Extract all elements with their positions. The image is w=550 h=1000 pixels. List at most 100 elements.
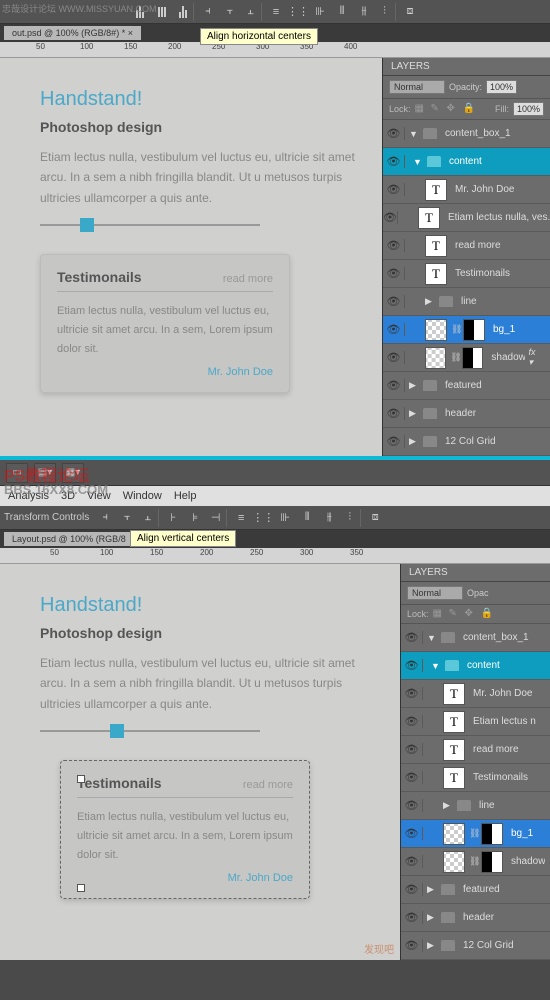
visibility-eye-icon[interactable]: 👁 (383, 155, 405, 168)
twisty-open-icon[interactable]: ▼ (431, 661, 441, 671)
layer-row[interactable]: 👁⛓bg_1 (401, 820, 550, 848)
document-tab-2[interactable]: Layout.psd @ 100% (RGB/8 (4, 532, 134, 546)
layer-name[interactable]: read more (473, 744, 519, 755)
layer-row[interactable]: 👁▶line (401, 792, 550, 820)
layer-name[interactable]: header (463, 912, 494, 923)
layer-row[interactable]: 👁▶12 Col Grid (401, 932, 550, 960)
layer-name[interactable]: Testimonails (455, 268, 510, 279)
layer-name[interactable]: Testimonails (473, 772, 528, 783)
visibility-eye-icon[interactable]: 👁 (383, 127, 405, 140)
distribute-icon-4[interactable]: ⫴ (332, 3, 352, 21)
lock-transparent-icon[interactable]: ▦ (415, 103, 427, 115)
layer-row[interactable]: 👁▶12 Col Grid (383, 428, 550, 456)
twisty-open-icon[interactable]: ▼ (409, 129, 419, 139)
layer-row[interactable]: 👁Tread more (401, 736, 550, 764)
slider-handle-2[interactable] (110, 724, 124, 738)
visibility-eye-icon[interactable]: 👁 (401, 827, 423, 840)
dist-6-icon[interactable]: ⫶ (341, 509, 361, 527)
layer-row[interactable]: 👁▶header (383, 400, 550, 428)
testimonial-box[interactable]: Testimonails read more Etiam lectus null… (40, 254, 290, 393)
slider-handle[interactable] (80, 218, 94, 232)
layer-row[interactable]: 👁TEtiam lectus nulla, ves... (383, 204, 550, 232)
document-tab[interactable]: out.psd @ 100% (RGB/8#) * × (4, 26, 141, 40)
link-icon[interactable]: ⛓ (451, 324, 459, 335)
layer-name[interactable]: bg_1 (511, 828, 533, 839)
twisty-closed-icon[interactable]: ▶ (427, 912, 437, 923)
layer-row[interactable]: 👁 ▼ content (383, 148, 550, 176)
align-hcenter-icon[interactable]: ⊧ (185, 509, 205, 527)
visibility-eye-icon[interactable]: 👁 (383, 407, 405, 420)
visibility-eye-icon[interactable]: 👁 (383, 435, 405, 448)
visibility-eye-icon[interactable]: 👁 (401, 659, 423, 672)
design-canvas-2[interactable]: Handstand! Photoshop design Etiam lectus… (0, 564, 400, 960)
visibility-eye-icon[interactable]: 👁 (401, 883, 423, 896)
dist-3-icon[interactable]: ⊪ (275, 509, 295, 527)
twisty-open-icon[interactable]: ▼ (413, 157, 423, 167)
auto-align-icon[interactable]: ⧈ (400, 3, 420, 21)
layer-row[interactable]: 👁⛓shadow (401, 848, 550, 876)
layer-name[interactable]: Mr. John Doe (473, 688, 532, 699)
visibility-eye-icon[interactable]: 👁 (383, 351, 405, 364)
dist-2-icon[interactable]: ⋮⋮ (253, 509, 273, 527)
layer-name[interactable]: content (449, 156, 482, 167)
distribute-icon-5[interactable]: ⫵ (354, 3, 374, 21)
layer-name[interactable]: content_box_1 (463, 632, 529, 643)
blend-mode-dropdown-2[interactable]: Normal (407, 586, 463, 600)
visibility-eye-icon[interactable]: 👁 (401, 715, 423, 728)
opacity-value[interactable]: 100% (486, 80, 517, 94)
layer-name[interactable]: content_box_1 (445, 128, 511, 139)
dist-1-icon[interactable]: ≡ (231, 509, 251, 527)
align-icon-5[interactable]: ⫟ (220, 3, 240, 21)
dist-5-icon[interactable]: ⫵ (319, 509, 339, 527)
visibility-eye-icon[interactable]: 👁 (401, 743, 423, 756)
layer-name[interactable]: bg_1 (493, 324, 515, 335)
distribute-icon-6[interactable]: ⫶ (376, 3, 396, 21)
layer-name[interactable]: shadow (491, 352, 524, 363)
layer-name[interactable]: Etiam lectus n (473, 716, 536, 727)
readmore-link-2[interactable]: read more (243, 779, 293, 791)
twisty-closed-icon[interactable]: ▶ (409, 380, 419, 391)
lock-brush-icon-2[interactable]: ✎ (449, 608, 461, 620)
layer-row[interactable]: 👁TMr. John Doe (401, 680, 550, 708)
layer-row[interactable]: 👁 ▼ content (401, 652, 550, 680)
visibility-eye-icon[interactable]: 👁 (401, 855, 423, 868)
visibility-eye-icon[interactable]: 👁 (401, 939, 423, 952)
fx-badge[interactable]: fx ▾ (529, 347, 542, 368)
testimonial-box-selected[interactable]: Testimonails read more Etiam lectus null… (60, 760, 310, 899)
layer-row[interactable]: 👁▶featured (401, 876, 550, 904)
visibility-eye-icon[interactable]: 👁 (383, 211, 398, 224)
readmore-link[interactable]: read more (223, 273, 273, 285)
layer-row[interactable]: 👁TTestimonails (401, 764, 550, 792)
layer-row[interactable]: 👁▶line (383, 288, 550, 316)
layer-name[interactable]: content (467, 660, 500, 671)
align-bottom-icon[interactable]: ⫠ (139, 509, 159, 527)
align-right-icon[interactable]: ⊣ (207, 509, 227, 527)
slider-track-2[interactable] (40, 730, 260, 732)
twisty-closed-icon[interactable]: ▶ (443, 800, 453, 811)
menu-window[interactable]: Window (123, 490, 162, 502)
visibility-eye-icon[interactable]: 👁 (401, 911, 423, 924)
lock-all-icon-2[interactable]: 🔒 (481, 608, 493, 620)
link-icon[interactable]: ⛓ (450, 352, 458, 363)
visibility-eye-icon[interactable]: 👁 (401, 771, 423, 784)
visibility-eye-icon[interactable]: 👁 (383, 267, 405, 280)
lock-all-icon[interactable]: 🔒 (463, 103, 475, 115)
layer-name[interactable]: 12 Col Grid (445, 436, 496, 447)
auto-align-icon-2[interactable]: ⧈ (365, 509, 385, 527)
lock-transparent-icon-2[interactable]: ▦ (433, 608, 445, 620)
layer-row[interactable]: 👁TMr. John Doe (383, 176, 550, 204)
visibility-eye-icon[interactable]: 👁 (401, 631, 423, 644)
twisty-open-icon[interactable]: ▼ (427, 633, 437, 643)
twisty-closed-icon[interactable]: ▶ (409, 408, 419, 419)
layer-row[interactable]: 👁 ⛓ shadow fx ▾ (383, 344, 550, 372)
lock-move-icon-2[interactable]: ✥ (465, 608, 477, 620)
layer-row[interactable]: 👁▶featured (383, 372, 550, 400)
twisty-closed-icon[interactable]: ▶ (425, 296, 435, 307)
layers-tab[interactable]: LAYERS (383, 58, 550, 76)
layer-row[interactable]: 👁 ▶ header (401, 904, 550, 932)
layer-name[interactable]: Etiam lectus nulla, ves... (448, 212, 550, 223)
blend-mode-dropdown[interactable]: Normal (389, 80, 445, 94)
layers-tab-2[interactable]: LAYERS (401, 564, 550, 582)
menu-help[interactable]: Help (174, 490, 197, 502)
layer-row[interactable]: 👁Tread more (383, 232, 550, 260)
